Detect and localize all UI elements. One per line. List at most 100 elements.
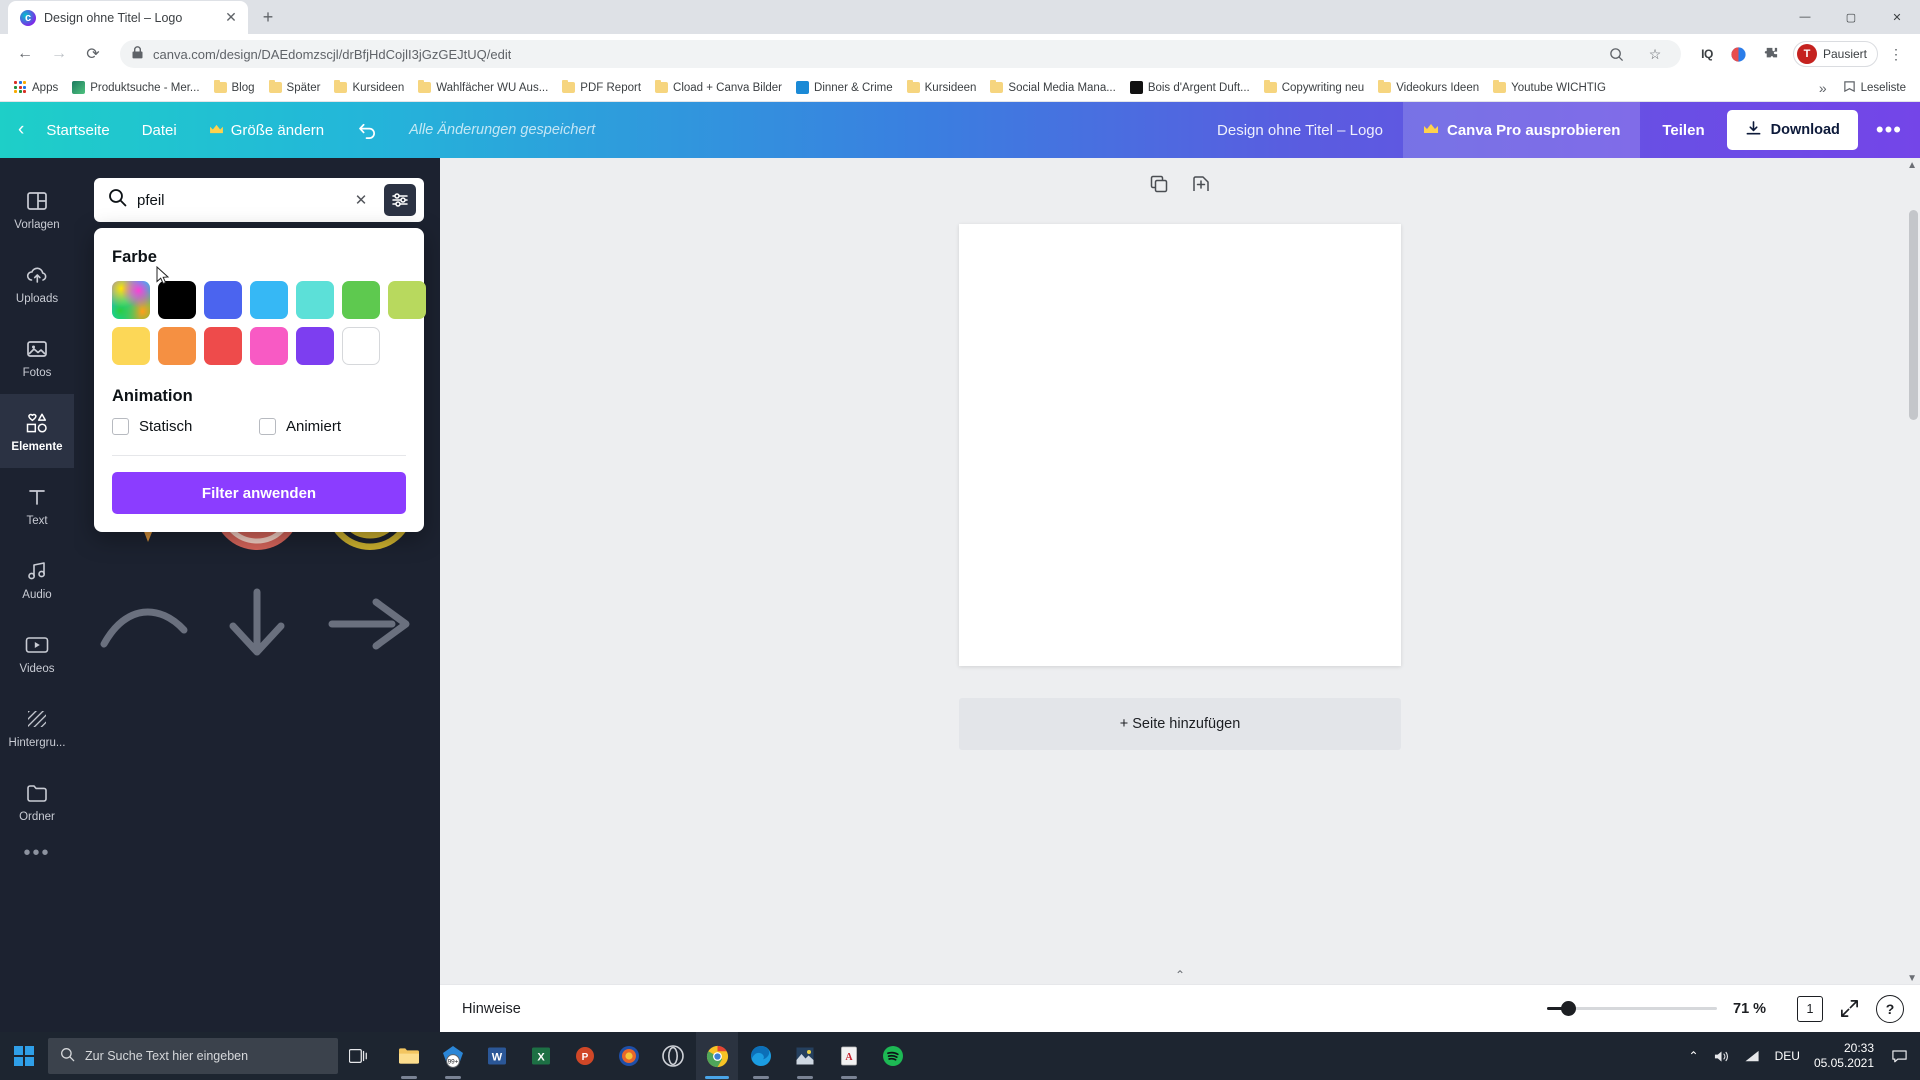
bookmark-copywriting[interactable]: Copywriting neu: [1258, 79, 1370, 97]
fullscreen-icon[interactable]: [1839, 998, 1860, 1019]
bookmarks-overflow-icon[interactable]: »: [1811, 80, 1835, 96]
clock[interactable]: 20:33 05.05.2021: [1814, 1041, 1874, 1071]
collapse-canvas-icon[interactable]: ⌃: [1175, 968, 1185, 982]
taskbar-app-adobe-reader[interactable]: A: [828, 1032, 870, 1080]
more-options-icon[interactable]: •••: [1866, 117, 1920, 143]
maximize-button[interactable]: ▢: [1828, 0, 1874, 34]
collapse-panel-button[interactable]: ‹: [438, 567, 440, 623]
bookmark-blog[interactable]: Blog: [208, 79, 261, 97]
reload-icon[interactable]: ⟳: [78, 39, 108, 69]
address-bar[interactable]: canva.com/design/DAEdomzscjl/drBfjHdCojl…: [120, 40, 1681, 68]
swatch-green[interactable]: [342, 281, 380, 319]
taskbar-app-file-explorer[interactable]: [388, 1032, 430, 1080]
add-page-button[interactable]: + Seite hinzufügen: [959, 698, 1401, 750]
share-button[interactable]: Teilen: [1640, 122, 1726, 139]
taskbar-app-firefox[interactable]: [608, 1032, 650, 1080]
result-item[interactable]: [205, 570, 310, 678]
language-indicator[interactable]: DEU: [1775, 1049, 1800, 1063]
filter-toggle-button[interactable]: [384, 184, 416, 216]
new-tab-button[interactable]: +: [254, 3, 282, 31]
puzzle-extension-icon[interactable]: [1757, 40, 1785, 68]
canvas-scrollbar[interactable]: [1909, 210, 1918, 974]
sidebar-item-elemente[interactable]: Elemente: [0, 394, 74, 468]
swatch-yellow[interactable]: [112, 327, 150, 365]
colorzilla-extension-icon[interactable]: [1725, 40, 1753, 68]
swatch-custom-color[interactable]: [112, 281, 150, 319]
resize-menu-item[interactable]: Größe ändern: [193, 102, 340, 158]
taskbar-app-opera-gx[interactable]: [652, 1032, 694, 1080]
taskbar-app-photos[interactable]: [784, 1032, 826, 1080]
design-page[interactable]: [959, 224, 1401, 666]
sidebar-item-ordner[interactable]: Ordner: [0, 764, 74, 838]
bookmark-star-icon[interactable]: ☆: [1641, 40, 1669, 68]
design-title[interactable]: Design ohne Titel – Logo: [1197, 122, 1403, 139]
taskbar-app-chrome[interactable]: [696, 1032, 738, 1080]
back-icon[interactable]: ←: [10, 39, 40, 69]
animation-option-statisch[interactable]: Statisch: [112, 418, 259, 435]
bookmark-cload-canva-bilder[interactable]: Cload + Canva Bilder: [649, 79, 788, 97]
start-button[interactable]: [0, 1032, 48, 1080]
taskbar-app-edge[interactable]: [740, 1032, 782, 1080]
task-view-button[interactable]: [338, 1032, 380, 1080]
download-button[interactable]: Download: [1726, 110, 1858, 150]
bookmark-produktsuche[interactable]: Produktsuche - Mer...: [66, 78, 205, 97]
file-menu-item[interactable]: Datei: [126, 102, 193, 158]
swatch-purple[interactable]: [296, 327, 334, 365]
bookmark-wahlfaecher[interactable]: Wahlfächer WU Aus...: [412, 79, 554, 97]
taskbar-app-powerpoint[interactable]: P: [564, 1032, 606, 1080]
swatch-pink[interactable]: [250, 327, 288, 365]
iq-extension-icon[interactable]: IQ: [1693, 40, 1721, 68]
swatch-lime[interactable]: [388, 281, 426, 319]
notification-icon[interactable]: [1888, 1048, 1910, 1064]
tray-overflow-icon[interactable]: ⌃: [1689, 1049, 1699, 1063]
reading-list-button[interactable]: Leseliste: [1837, 77, 1912, 99]
taskbar-app-mail[interactable]: 99+: [432, 1032, 474, 1080]
swatch-red[interactable]: [204, 327, 242, 365]
bookmark-social-media[interactable]: Social Media Mana...: [984, 79, 1121, 97]
taskbar-app-word[interactable]: W: [476, 1032, 518, 1080]
bookmark-kursideen-1[interactable]: Kursideen: [328, 79, 410, 97]
result-item[interactable]: [317, 570, 422, 678]
bookmark-spaeter[interactable]: Später: [263, 79, 327, 97]
swatch-light-blue[interactable]: [250, 281, 288, 319]
sidebar-item-vorlagen[interactable]: Vorlagen: [0, 172, 74, 246]
bookmark-kursideen-2[interactable]: Kursideen: [901, 79, 983, 97]
taskbar-app-spotify[interactable]: [872, 1032, 914, 1080]
volume-icon[interactable]: [1713, 1049, 1730, 1064]
try-canva-pro-button[interactable]: Canva Pro ausprobieren: [1402, 102, 1641, 158]
sidebar-item-audio[interactable]: Audio: [0, 542, 74, 616]
sidebar-item-fotos[interactable]: Fotos: [0, 320, 74, 394]
add-page-icon[interactable]: [1191, 174, 1211, 194]
search-input[interactable]: pfeil: [137, 192, 338, 209]
duplicate-page-icon[interactable]: [1149, 174, 1169, 194]
close-tab-icon[interactable]: ✕: [222, 9, 240, 27]
bookmark-youtube-wichtig[interactable]: Youtube WICHTIG: [1487, 79, 1612, 97]
animation-option-animiert[interactable]: Animiert: [259, 418, 406, 435]
sidebar-item-uploads[interactable]: Uploads: [0, 246, 74, 320]
bookmark-videokurs[interactable]: Videokurs Ideen: [1372, 79, 1485, 97]
apply-filter-button[interactable]: Filter anwenden: [112, 472, 406, 514]
result-item[interactable]: [92, 570, 197, 678]
bookmark-apps[interactable]: Apps: [8, 78, 64, 97]
minimize-button[interactable]: —: [1782, 0, 1828, 34]
browser-menu-icon[interactable]: ⋮: [1882, 40, 1910, 68]
sidebar-more-icon[interactable]: •••: [23, 842, 50, 865]
page-zoom-icon[interactable]: [1603, 40, 1631, 68]
browser-tab[interactable]: Design ohne Titel – Logo ✕: [8, 1, 248, 34]
scrollbar-thumb[interactable]: [1909, 210, 1918, 420]
swatch-blue[interactable]: [204, 281, 242, 319]
scroll-down-icon[interactable]: ▼: [1907, 973, 1917, 984]
undo-icon[interactable]: [340, 102, 393, 158]
home-menu-item[interactable]: Startseite: [30, 102, 125, 158]
swatch-turquoise[interactable]: [296, 281, 334, 319]
taskbar-search[interactable]: Zur Suche Text hier eingeben: [48, 1038, 338, 1074]
sidebar-item-hintergrund[interactable]: Hintergru...: [0, 690, 74, 764]
checkbox-statisch[interactable]: [112, 418, 129, 435]
back-to-home-icon[interactable]: ‹: [0, 102, 30, 158]
network-icon[interactable]: [1744, 1049, 1761, 1064]
swatch-black[interactable]: [158, 281, 196, 319]
checkbox-animiert[interactable]: [259, 418, 276, 435]
profile-button[interactable]: T Pausiert: [1792, 41, 1878, 67]
swatch-orange[interactable]: [158, 327, 196, 365]
zoom-knob[interactable]: [1561, 1001, 1576, 1016]
